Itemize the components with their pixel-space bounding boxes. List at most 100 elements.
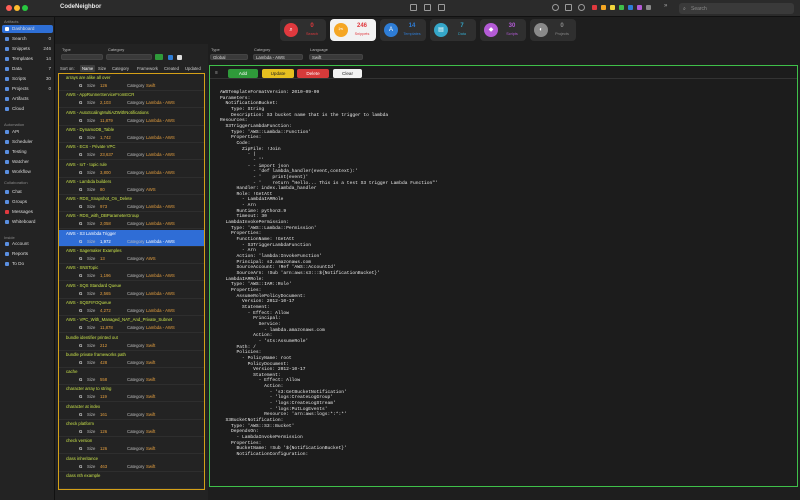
editor-language-select[interactable]: Swift: [309, 54, 363, 60]
list-item[interactable]: AWS - Sagemaker Examples G Size 13 Category A…: [59, 247, 204, 264]
list-item[interactable]: arrays are alike all over G Size 126 Categor…: [59, 74, 204, 91]
list-item[interactable]: AWS - AppRunnerServiceFromECR G Size 2,103 C…: [59, 91, 204, 109]
info-icon[interactable]: [552, 4, 559, 11]
sort-size[interactable]: Size: [96, 65, 108, 72]
sort-created[interactable]: Created: [162, 65, 181, 72]
sidebar-item-account[interactable]: Account: [2, 240, 53, 248]
list-item[interactable]: AWS - AutoScalingMultiAZWithNotification…: [59, 109, 204, 126]
search-icon: ⌕: [683, 6, 686, 12]
flag-orange-icon[interactable]: [601, 5, 606, 10]
list-item[interactable]: AWS - ECS - Private VPC G Size 23,637 Catego…: [59, 143, 204, 161]
editor-type-select[interactable]: Global: [210, 54, 248, 60]
list-item[interactable]: AWS - SQSFIFOQueue G Size 4,272 Category Lamb…: [59, 299, 204, 316]
code-content[interactable]: AWSTemplateFormatVersion: 2010-09-09 Para…: [220, 90, 790, 458]
sidebar-item-search[interactable]: Search 0: [2, 35, 53, 43]
list-item[interactable]: class inheritance G Size 463 Category Swift: [59, 455, 204, 472]
sidebar-item-cloud[interactable]: Cloud: [2, 105, 53, 113]
export-icon[interactable]: [410, 4, 417, 11]
list-item[interactable]: check platform G Size 126 Category Swift: [59, 420, 204, 437]
list-item[interactable]: check version G Size 126 Category Swift: [59, 437, 204, 455]
sidebar-item-artifacts[interactable]: Artifacts: [2, 95, 53, 103]
list-item[interactable]: AWS - S3 Lambda Trigger G Size 1,972 Categor…: [59, 229, 204, 247]
sidebar-item-testing[interactable]: Testing: [2, 148, 53, 156]
list-item[interactable]: AWS - DynamoDB_Table G Size 1,742 Category La…: [59, 126, 204, 143]
zoom-window-button[interactable]: [22, 5, 28, 11]
stat-search[interactable]: ⌕ 0 Search: [280, 19, 326, 41]
list-item[interactable]: character at index G Size 161 Category Swift: [59, 403, 204, 420]
sidebar-item-snippets[interactable]: Snippets 246: [2, 45, 53, 53]
stat-templates[interactable]: A 14 Templates: [380, 19, 426, 41]
trash-icon[interactable]: [438, 4, 445, 11]
list-item[interactable]: character array to string G Size 119 Categor…: [59, 385, 204, 403]
code-line: NotificationConfiguration:: [220, 452, 309, 457]
sort-name[interactable]: Name: [80, 65, 96, 72]
list-item[interactable]: class nth example: [59, 472, 204, 489]
sidebar-item-scripts[interactable]: Scripts 30: [2, 75, 53, 83]
flag-gray-icon[interactable]: [646, 5, 651, 10]
sidebar-item-dashboard[interactable]: Dashboard: [2, 25, 53, 33]
snippet-title: AWS - AutoScalingMultiAZWithNotification…: [66, 109, 149, 115]
delete-button[interactable]: Delete: [297, 69, 329, 78]
list-item[interactable]: AWS - RDS_with_DBParameterGroup G Size 2,05…: [59, 212, 204, 230]
list-item[interactable]: AWS - SQS Standard Queue G Size 2,565 Catego…: [59, 282, 204, 299]
sidebar-item-watcher[interactable]: Watcher: [2, 158, 53, 166]
list-item[interactable]: AWS - VPC_With_Managed_NAT_And_Private_S…: [59, 316, 204, 334]
sidebar-item-reports[interactable]: Reports: [2, 250, 53, 258]
sidebar-item-templates[interactable]: Templates 14: [2, 55, 53, 63]
filter-checkbox-2[interactable]: [177, 55, 182, 60]
list-item[interactable]: AWS - Lambda builders G Size 80 Category AWS: [59, 178, 204, 195]
list-item[interactable]: bundle identifier printed out G Size 212 Cat…: [59, 334, 204, 351]
add-button[interactable]: Add: [228, 69, 258, 78]
sidebar-section-label: Artifacts: [4, 19, 19, 24]
category-filter-select[interactable]: [106, 54, 152, 60]
code-editor[interactable]: ≡ Add Update Delete Clear AWSTemplateFor…: [209, 65, 798, 487]
flag-red-icon[interactable]: [592, 5, 597, 10]
sidebar-item-api[interactable]: API: [2, 128, 53, 136]
snippet-list[interactable]: arrays are alike all over G Size 126 Categor…: [58, 73, 205, 490]
apply-filter-button[interactable]: [155, 54, 163, 60]
sidebar-item-chat[interactable]: Chat: [2, 188, 53, 196]
type-filter-select[interactable]: [61, 54, 103, 60]
flag-purple-icon[interactable]: [637, 5, 642, 10]
share-icon[interactable]: [424, 4, 431, 11]
close-window-button[interactable]: [6, 5, 12, 11]
list-item[interactable]: cache G Size 558 Category Swift: [59, 368, 204, 386]
list-item[interactable]: AWS - RDS_Snapshot_On_Delete G Size 973 Cate…: [59, 195, 204, 213]
sidebar-item-workflow[interactable]: Workflow: [2, 168, 53, 176]
flag-yellow-icon[interactable]: [610, 5, 615, 10]
minimize-window-button[interactable]: [14, 5, 20, 11]
stat-projects[interactable]: ◐ 0 Projects: [530, 19, 576, 41]
list-item[interactable]: bundle private frameworks path G Size 428 Ca…: [59, 351, 204, 368]
sidebar-item-whiteboard[interactable]: Whiteboard: [2, 218, 53, 226]
sidebar-item-projects[interactable]: Projects 0: [2, 85, 53, 93]
gear-icon[interactable]: [578, 4, 585, 11]
sort-updated[interactable]: Updated: [183, 65, 203, 72]
stat-snippets[interactable]: ✂ 246 Snippets: [330, 19, 376, 41]
stat-data[interactable]: ▤ 7 Data: [430, 19, 476, 41]
sort-framework[interactable]: Framework: [135, 65, 160, 72]
sidebar-item-label: Scripts: [12, 76, 27, 81]
size-label: Size: [87, 342, 96, 348]
stat-scripts[interactable]: ◆ 30 Scripts: [480, 19, 526, 41]
chevron-right-icon[interactable]: »: [664, 3, 671, 10]
size-label: Size: [87, 429, 96, 434]
flag-blue-icon[interactable]: [628, 5, 633, 10]
list-item[interactable]: AWS - SNSTopic G Size 1,196 Category Lambda -…: [59, 264, 204, 282]
sidebar-item-messages[interactable]: Messages: [2, 208, 53, 216]
flag-green-icon[interactable]: [619, 5, 624, 10]
editor-category-select[interactable]: Lambda - AWS: [253, 54, 303, 60]
list-item[interactable]: AWS - IoT - topic rule G Size 3,800 Category…: [59, 161, 204, 178]
clear-button[interactable]: Clear: [333, 69, 362, 78]
list-icon[interactable]: ≡: [215, 70, 218, 76]
sidebar-item-to-do[interactable]: To Do: [2, 260, 53, 268]
sidebar-item-data[interactable]: Data 7: [2, 65, 53, 73]
filter-checkbox[interactable]: [168, 55, 173, 60]
sidebar-item-groups[interactable]: Groups: [2, 198, 53, 206]
sidebar-item-scheduler[interactable]: Scheduler: [2, 138, 53, 146]
sort-category[interactable]: Category: [110, 65, 131, 72]
update-button[interactable]: Update: [262, 69, 294, 78]
global-icon: G: [79, 256, 83, 261]
search-input[interactable]: [691, 4, 789, 13]
star-icon[interactable]: [565, 4, 572, 11]
snippet-category: Swift: [146, 359, 156, 365]
